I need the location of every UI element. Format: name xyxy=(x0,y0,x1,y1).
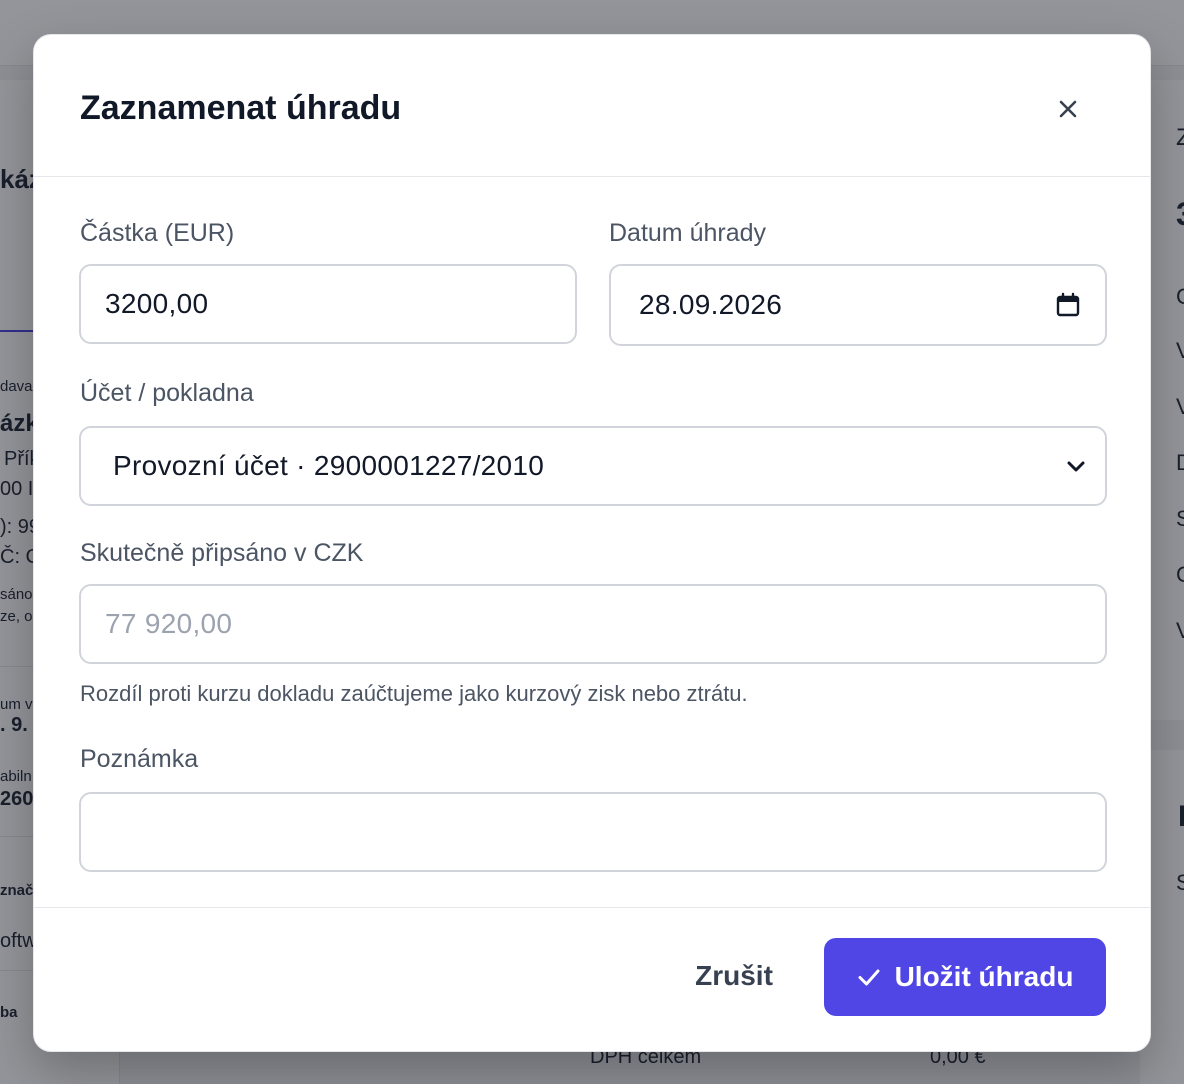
note-label: Poznámka xyxy=(80,745,199,773)
account-select[interactable]: Provozní účet · 2900001227/2010 xyxy=(79,426,1107,506)
cancel-button[interactable]: Zrušit xyxy=(662,948,806,1004)
save-payment-button[interactable]: Uložit úhradu xyxy=(824,938,1106,1016)
czk-placeholder: 77 920,00 xyxy=(105,608,233,639)
account-selected-value: Provozní účet · 2900001227/2010 xyxy=(113,450,545,481)
czk-input[interactable]: 77 920,00 xyxy=(79,584,1107,664)
close-button[interactable] xyxy=(1048,89,1088,129)
date-input[interactable]: 28.09.2026 xyxy=(609,264,1107,346)
payment-dialog: Zaznamenat úhradu Částka (EUR) 3200,00 D… xyxy=(33,34,1151,1052)
czk-hint: Rozdíl proti kurzu dokladu zaúčtujeme ja… xyxy=(80,681,748,706)
dialog-header: Zaznamenat úhradu xyxy=(34,35,1150,177)
chevron-down-icon xyxy=(1067,461,1085,472)
save-button-label: Uložit úhradu xyxy=(894,961,1074,992)
dialog-footer: Zrušit Uložit úhradu xyxy=(34,907,1150,1051)
calendar-icon[interactable] xyxy=(1055,292,1081,318)
amount-label: Částka (EUR) xyxy=(80,219,235,247)
dialog-title: Zaznamenat úhradu xyxy=(80,89,402,127)
date-label: Datum úhrady xyxy=(609,219,767,247)
czk-label: Skutečně připsáno v CZK xyxy=(80,539,364,567)
account-label: Účet / pokladna xyxy=(80,379,254,407)
date-value: 28.09.2026 xyxy=(639,289,783,320)
amount-input[interactable]: 3200,00 xyxy=(79,264,577,344)
amount-value: 3200,00 xyxy=(105,288,209,319)
check-icon xyxy=(858,969,880,986)
note-input[interactable] xyxy=(79,792,1107,872)
close-icon xyxy=(1059,100,1077,118)
